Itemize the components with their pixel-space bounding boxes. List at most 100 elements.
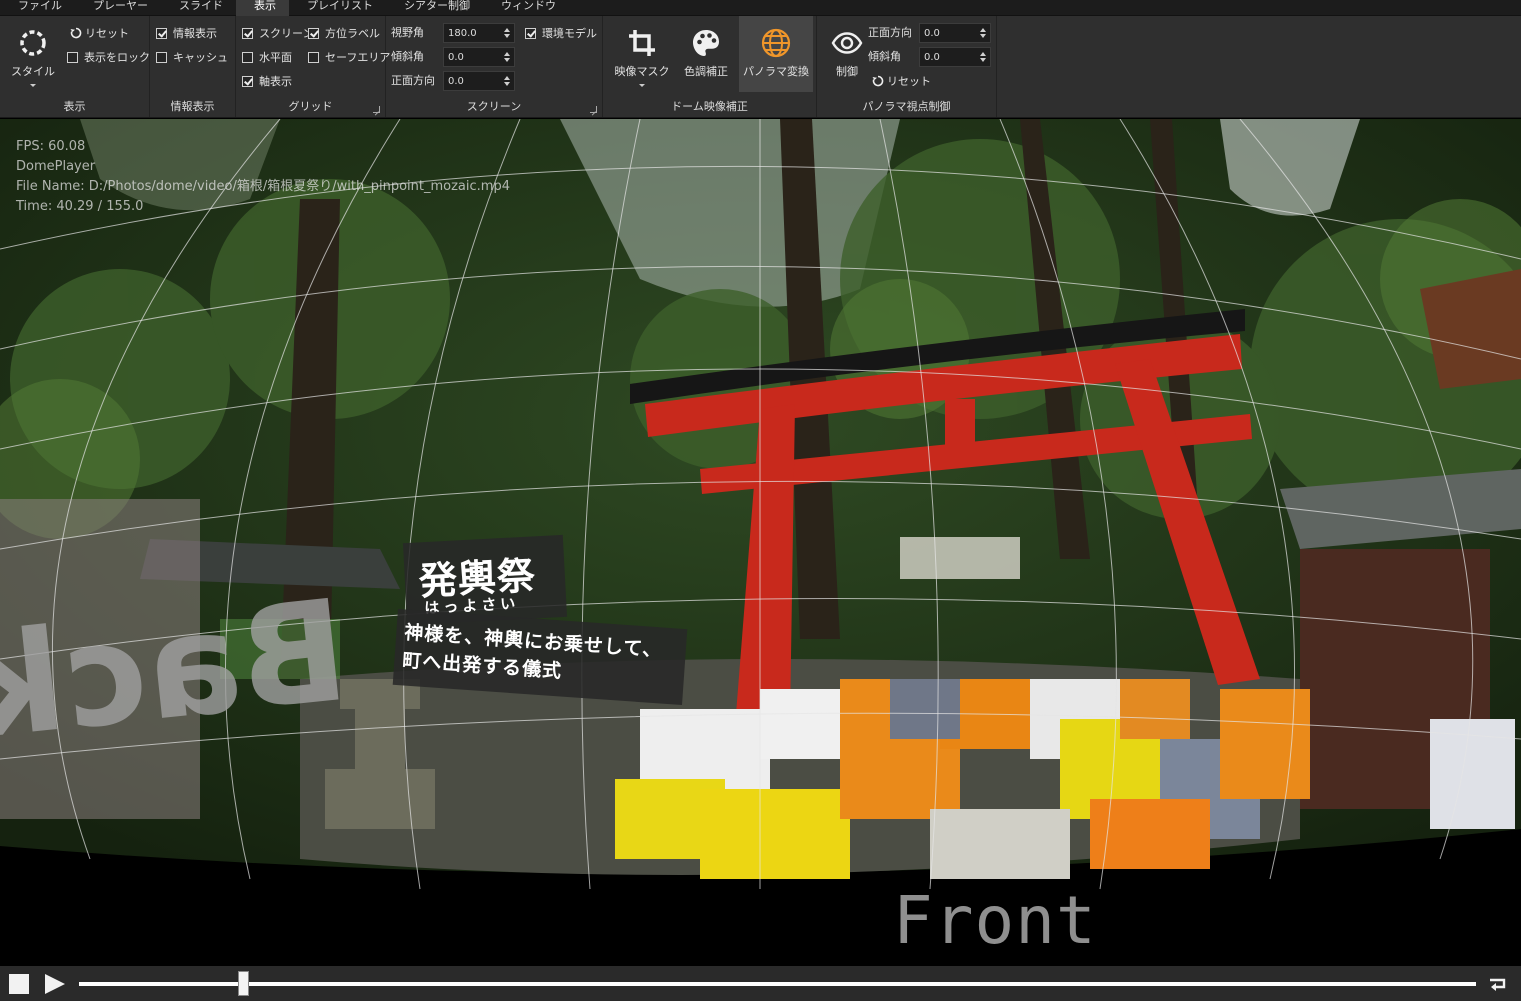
horizon-box: [242, 51, 253, 63]
info-display-label: 情報表示: [173, 27, 217, 40]
azimuth-label-checkbox[interactable]: 方位ラベル: [308, 25, 380, 41]
menu-window[interactable]: ウィンドウ: [483, 0, 569, 16]
group-grid: スクリーン 水平面 軸表示 方位ラベル セーフエリア グリッド: [236, 16, 390, 117]
panorama-convert-button[interactable]: パノラマ変換: [739, 16, 813, 92]
horizon-label: 水平面: [259, 51, 292, 64]
info-overlay: FPS: 60.08 DomePlayer File Name: D:/Phot…: [16, 137, 510, 217]
screen-grid-label: スクリーン: [259, 27, 314, 40]
environment-model-checkbox[interactable]: 環境モデル: [525, 25, 597, 41]
group-grid-label: グリッド: [288, 100, 333, 113]
group-panorama-view-label: パノラマ視点制御: [862, 100, 951, 113]
display-reset-button[interactable]: リセット: [70, 25, 129, 41]
fov-up-icon[interactable]: [504, 28, 510, 32]
front-up-icon[interactable]: [504, 76, 510, 80]
lock-display-checkbox[interactable]: 表示をロック: [67, 49, 150, 65]
time-readout: Time: 40.29 / 155.0: [16, 199, 144, 214]
display-reset-label: リセット: [85, 27, 129, 40]
reset-icon: [872, 75, 884, 87]
style-button[interactable]: スタイル: [6, 16, 60, 92]
group-panorama-view: 制御 正面方向 傾斜角 リセット パノラマ視点制御: [817, 16, 997, 117]
front-direction-input[interactable]: [448, 74, 500, 88]
video-mask-button[interactable]: 映像マスク: [611, 16, 673, 92]
globe-icon: [759, 26, 793, 60]
pano-reset-button[interactable]: リセット: [872, 73, 931, 89]
pano-front-down-icon[interactable]: [980, 34, 986, 38]
safe-area-checkbox[interactable]: セーフエリア: [308, 49, 390, 65]
environment-model-box: [525, 27, 536, 39]
pano-reset-label: リセット: [887, 75, 931, 88]
environment-model-label: 環境モデル: [542, 27, 597, 40]
screen-grid-checkbox[interactable]: スクリーン: [242, 25, 313, 41]
menu-view[interactable]: 表示: [236, 0, 289, 16]
color-correction-button[interactable]: 色調補正: [675, 16, 737, 92]
menu-player[interactable]: プレーヤー: [75, 0, 161, 16]
play-icon[interactable]: [45, 974, 65, 994]
safe-area-box: [308, 51, 319, 63]
front-direction-label: 正面方向: [391, 74, 435, 87]
color-correction-label: 色調補正: [684, 65, 728, 78]
loop-icon[interactable]: [1487, 975, 1509, 993]
style-label: スタイル: [11, 65, 55, 78]
palette-icon: [689, 26, 723, 60]
fov-spinbox[interactable]: [443, 23, 515, 43]
pano-tilt-up-icon[interactable]: [980, 52, 986, 56]
axis-box: [242, 75, 253, 87]
seek-bar[interactable]: [79, 982, 1476, 986]
cache-checkbox[interactable]: キャッシュ: [156, 49, 228, 65]
stop-icon[interactable]: [9, 974, 29, 994]
lock-display-box: [67, 51, 78, 63]
info-display-checkbox[interactable]: 情報表示: [156, 25, 217, 41]
azimuth-label-text: 方位ラベル: [325, 27, 380, 40]
axis-checkbox[interactable]: 軸表示: [242, 73, 292, 89]
view-control-label: 制御: [836, 65, 858, 78]
tilt-input[interactable]: [448, 50, 500, 64]
group-dome-correction-label: ドーム映像補正: [671, 100, 748, 113]
fov-down-icon[interactable]: [504, 34, 510, 38]
front-down-icon[interactable]: [504, 82, 510, 86]
ribbon: スタイル リセット 表示をロック 表示 情報表示 キャッシュ 情報表示 スクリー…: [0, 16, 1521, 118]
info-display-box: [156, 27, 167, 39]
tilt-spinbox[interactable]: [443, 47, 515, 67]
safe-area-label: セーフエリア: [325, 51, 391, 64]
tilt-down-icon[interactable]: [504, 58, 510, 62]
group-screen-label: スクリーン: [466, 100, 522, 113]
tilt-up-icon[interactable]: [504, 52, 510, 56]
dome-viewport[interactable]: FPS: 60.08 DomePlayer File Name: D:/Phot…: [0, 119, 1521, 966]
menu-theater-control[interactable]: シアター制御: [386, 0, 483, 16]
group-screen: 視野角 傾斜角 正面方向 環境モデル スクリーン: [386, 16, 603, 117]
group-dome-correction: 映像マスク 色調補正 パノラマ変換 ドーム映像補正: [603, 16, 817, 117]
front-direction-spinbox[interactable]: [443, 71, 515, 91]
panorama-video-frame: [0, 119, 1521, 890]
pano-tilt-down-icon[interactable]: [980, 58, 986, 62]
menu-playlist[interactable]: プレイリスト: [289, 0, 386, 16]
group-display-label: 表示: [63, 100, 86, 113]
group-info: 情報表示 キャッシュ 情報表示: [150, 16, 236, 117]
pano-tilt-input[interactable]: [924, 50, 976, 64]
axis-label: 軸表示: [259, 75, 292, 88]
menu-slide[interactable]: スライド: [161, 0, 236, 16]
horizon-checkbox[interactable]: 水平面: [242, 49, 292, 65]
fov-input[interactable]: [448, 26, 500, 40]
pano-front-up-icon[interactable]: [980, 28, 986, 32]
chevron-down-icon: [639, 84, 645, 87]
view-control-button[interactable]: 制御: [823, 16, 871, 92]
pano-front-label: 正面方向: [868, 26, 912, 39]
eye-icon: [830, 26, 864, 60]
file-name: File Name: D:/Photos/dome/video/箱根/箱根夏祭り…: [16, 179, 510, 194]
seek-thumb[interactable]: [238, 971, 250, 996]
tilt-label: 傾斜角: [391, 50, 424, 63]
cache-box: [156, 51, 167, 63]
fov-label: 視野角: [391, 26, 424, 39]
panorama-convert-label: パノラマ変換: [743, 65, 809, 78]
app-name: DomePlayer: [16, 159, 96, 174]
screen-grid-box: [242, 27, 253, 39]
menu-file[interactable]: ファイル: [0, 0, 75, 16]
azimuth-label-box: [308, 27, 319, 39]
video-mask-label: 映像マスク: [614, 65, 670, 78]
group-info-label: 情報表示: [170, 100, 215, 113]
menu-bar: ファイル プレーヤー スライド 表示 プレイリスト シアター制御 ウィンドウ: [0, 0, 1521, 16]
pano-tilt-spinbox[interactable]: [919, 47, 991, 67]
front-direction-label: Front: [893, 882, 1097, 959]
pano-front-spinbox[interactable]: [919, 23, 991, 43]
pano-front-input[interactable]: [924, 26, 976, 40]
